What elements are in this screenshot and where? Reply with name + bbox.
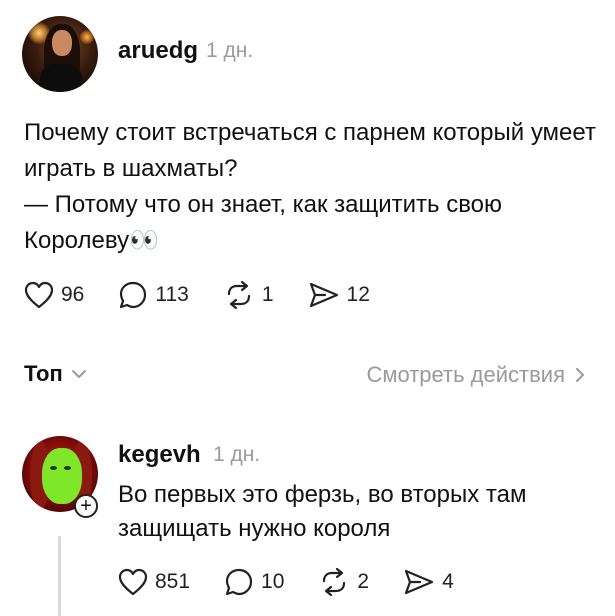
reply-repost-button[interactable]: 2 (318, 567, 369, 597)
reply-comment-button[interactable]: 10 (224, 567, 284, 597)
post-actions: 96 113 1 12 (24, 280, 404, 310)
chevron-down-icon (71, 370, 86, 378)
avatar-face (42, 448, 82, 504)
share-icon (404, 569, 434, 595)
share-icon (309, 282, 338, 308)
share-count: 4 (442, 570, 454, 593)
reply-text: Во первых это ферзь, во вторых там защищ… (118, 481, 527, 542)
like-count: 851 (155, 570, 191, 593)
heart-icon (24, 281, 54, 309)
comment-count: 10 (261, 570, 285, 593)
avatar-face (52, 30, 72, 56)
repost-count: 1 (261, 283, 274, 306)
sort-label: Топ (24, 361, 63, 386)
chevron-right-icon (576, 368, 584, 382)
share-count: 12 (346, 283, 370, 306)
repost-button[interactable]: 1 (223, 280, 274, 310)
post-author-avatar[interactable] (22, 16, 98, 92)
share-button[interactable]: 12 (308, 281, 370, 309)
comment-button[interactable]: 113 (118, 280, 189, 310)
reply-timestamp: 1 дн. (213, 443, 261, 466)
repost-count: 2 (357, 570, 370, 593)
like-count: 96 (61, 283, 85, 306)
reply-actions: 851 10 2 4 (118, 567, 488, 597)
avatar-body (40, 64, 82, 92)
sort-dropdown[interactable]: Топ (24, 361, 87, 387)
reply-like-button[interactable]: 851 (118, 568, 190, 596)
avatar-eye (50, 466, 57, 470)
avatar-eye (64, 466, 71, 470)
comment-count: 113 (155, 283, 189, 306)
reply-share-button[interactable]: 4 (403, 568, 454, 596)
follow-plus-icon[interactable]: + (74, 494, 98, 518)
comment-icon (225, 568, 253, 596)
like-button[interactable]: 96 (24, 281, 84, 309)
reply-author-username[interactable]: kegevh (118, 441, 201, 469)
avatar-light (80, 30, 94, 44)
post-text: Почему стоит встречаться с парнем которы… (24, 119, 596, 254)
view-activity-label: Смотреть действия (366, 362, 565, 387)
heart-icon (118, 568, 148, 596)
comment-icon (120, 281, 147, 309)
thread-line (58, 536, 61, 616)
post-author-username[interactable]: aruedg (118, 37, 198, 65)
repost-icon (227, 280, 250, 310)
post-timestamp: 1 дн. (206, 39, 254, 62)
repost-icon (323, 567, 346, 597)
view-activity-link[interactable]: Смотреть действия (366, 362, 585, 388)
